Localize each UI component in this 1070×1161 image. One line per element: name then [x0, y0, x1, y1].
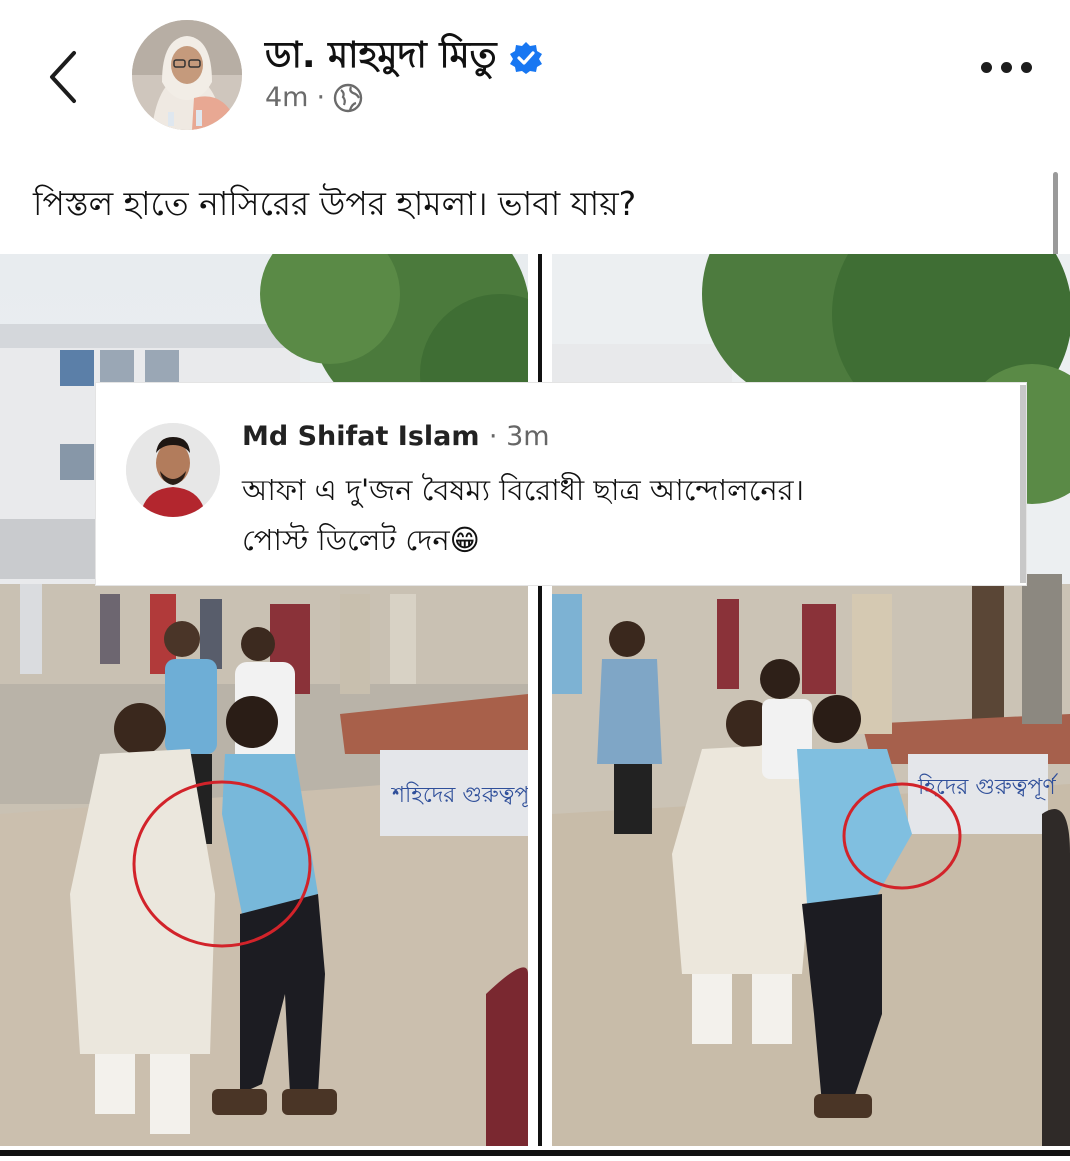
- comment-line-2: পোস্ট ডিলেট দেন: [242, 523, 450, 557]
- commenter-name[interactable]: Md Shifat Islam: [242, 421, 480, 452]
- dot-icon: [981, 62, 992, 73]
- scrollbar[interactable]: [1053, 172, 1058, 262]
- verified-badge-icon: [509, 42, 542, 74]
- author-name[interactable]: ডা. মাহমুদা মিতু: [265, 28, 497, 88]
- commenter-avatar[interactable]: [126, 423, 220, 517]
- meta-separator: ·: [316, 82, 326, 113]
- globe-icon: [333, 83, 363, 112]
- more-options-button[interactable]: [981, 62, 1032, 73]
- back-button[interactable]: [38, 42, 88, 112]
- post-text: পিস্তল হাতে নাসিরের উপর হামলা। ভাবা যায়…: [33, 184, 637, 223]
- comment-line-2-row: পোস্ট ডিলেট দেন😁: [242, 515, 804, 565]
- post-meta: 4m ·: [265, 82, 363, 113]
- comment-text: আফা এ দু'জন বৈষম্য বিরোধী ছাত্র আন্দোলনে…: [242, 465, 804, 565]
- comment-line-1: আফা এ দু'জন বৈষম্য বিরোধী ছাত্র আন্দোলনে…: [242, 473, 804, 507]
- comment-time: · 3m: [488, 421, 550, 452]
- bottom-border: [0, 1150, 1070, 1156]
- post-time[interactable]: 4m: [265, 82, 308, 113]
- author-avatar[interactable]: [132, 20, 242, 130]
- comment-scrollbar: [1020, 385, 1026, 583]
- author-name-row[interactable]: ডা. মাহমুদা মিতু: [265, 28, 543, 88]
- chevron-left-icon: [50, 51, 76, 103]
- comment-card: Md Shifat Islam · 3m আফা এ দু'জন বৈষম্য …: [96, 383, 1026, 585]
- photo-banner-text-left: শহিদের গুরুত্বপূর্ণ: [391, 781, 528, 808]
- commenter-name-row: Md Shifat Islam · 3m: [242, 421, 550, 452]
- post-screen: ডা. মাহমুদা মিতু 4m · পিস্তল হাতে নাসিরে…: [0, 0, 1070, 1161]
- dot-icon: [1021, 62, 1032, 73]
- dot-icon: [1001, 62, 1012, 73]
- grin-emoji-icon: 😁: [449, 523, 480, 557]
